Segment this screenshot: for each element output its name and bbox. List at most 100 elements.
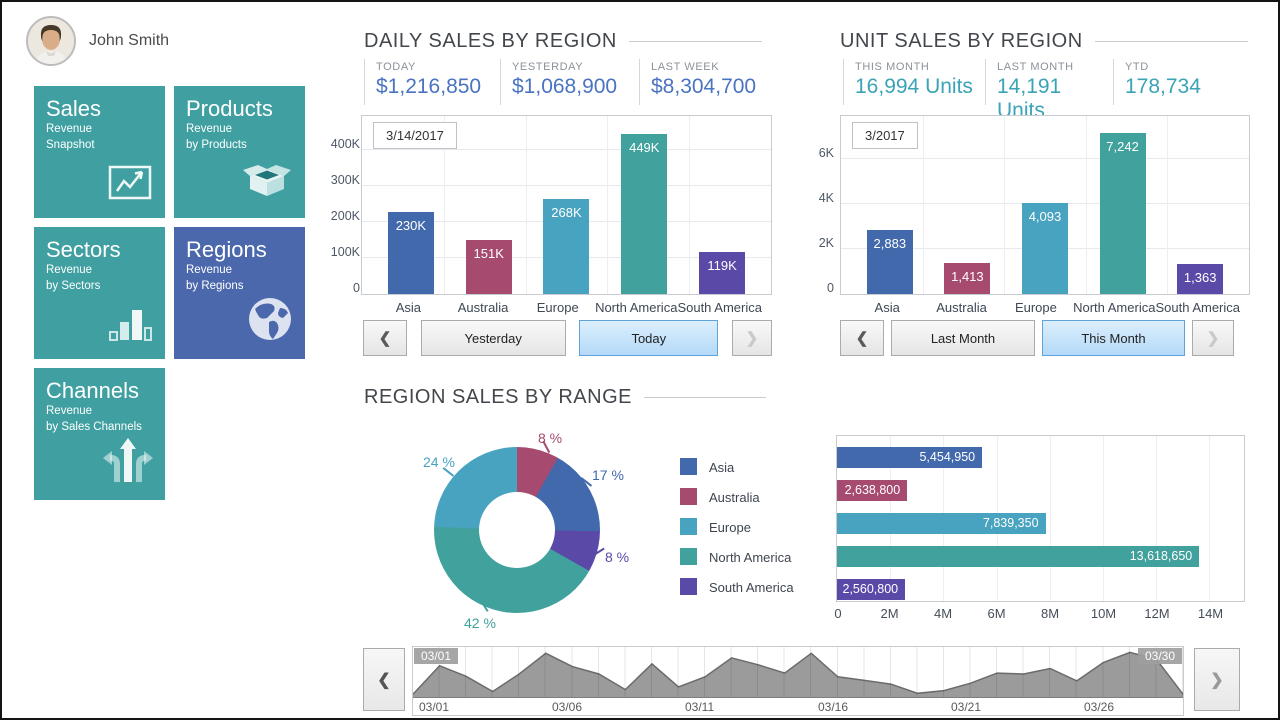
avatar — [26, 16, 76, 66]
tile-subtitle: Snapshot — [46, 137, 153, 153]
bar-value-label: 449K — [611, 140, 677, 155]
stat-today: TODAY $1,216,850 — [364, 59, 500, 105]
this-month-button[interactable]: This Month — [1042, 320, 1185, 356]
hbar-asia[interactable]: 5,454,950 — [837, 447, 982, 468]
legend-swatch — [680, 578, 697, 595]
section-title-text: REGION SALES BY RANGE — [364, 386, 632, 409]
x-label: Australia — [446, 300, 521, 315]
bar-north-america[interactable]: 449K — [621, 134, 667, 294]
x-tick: 03/06 — [552, 700, 582, 714]
bar-europe[interactable]: 4,093 — [1022, 203, 1068, 294]
range-end-handle[interactable]: 03/30 — [1138, 648, 1182, 664]
tile-subtitle: by Products — [186, 137, 293, 153]
unit-sales-stats: THIS MONTH 16,994 Units LAST MONTH 14,19… — [843, 59, 1233, 105]
region-share-donut-chart[interactable]: 8 % 17 % 8 % 42 % 24 % — [434, 447, 600, 613]
x-label: North America — [595, 300, 677, 315]
legend-label: Asia — [709, 460, 734, 475]
range-prev-button[interactable]: ❮ — [363, 648, 405, 711]
tile-subtitle: Revenue — [46, 403, 153, 419]
hbar-north-america[interactable]: 13,618,650 — [837, 546, 1199, 567]
bar-australia[interactable]: 151K — [466, 240, 512, 294]
tile-title: Products — [186, 96, 293, 121]
leader-line — [581, 477, 592, 486]
y-tick: 200K — [331, 209, 360, 223]
hbar-x-axis: 0 2M 4M 6M 8M 10M 12M 14M — [836, 606, 1245, 622]
tile-sales[interactable]: Sales Revenue Snapshot — [34, 86, 165, 218]
x-tick: 6M — [987, 606, 1005, 621]
unit-chart-annotation: 3/2017 — [852, 122, 918, 149]
tile-title: Channels — [46, 378, 153, 403]
bar-south-america[interactable]: 1,363 — [1177, 264, 1223, 294]
donut-label-europe: 24 % — [423, 454, 455, 470]
stat-value: $1,068,900 — [512, 75, 639, 99]
arrows-icon — [103, 437, 153, 488]
legend-swatch — [680, 548, 697, 565]
tile-subtitle: by Sectors — [46, 278, 153, 294]
selector-x-axis: 03/01 03/06 03/11 03/16 03/21 03/26 — [413, 697, 1183, 715]
stat-label: LAST WEEK — [651, 61, 769, 73]
y-tick: 4K — [819, 191, 834, 205]
today-button[interactable]: Today — [579, 320, 718, 356]
legend-item-south-america: South America — [680, 576, 810, 606]
tile-products[interactable]: Products Revenue by Products — [174, 86, 305, 218]
x-label: Asia — [850, 300, 924, 315]
bar-value-label: 7,839,350 — [983, 513, 1039, 534]
stat-label: YTD — [1125, 61, 1233, 73]
stat-value: $1,216,850 — [376, 75, 500, 99]
x-tick: 03/26 — [1084, 700, 1114, 714]
bar-value-label: 268K — [533, 205, 599, 220]
section-title-text: UNIT SALES BY REGION — [840, 30, 1083, 53]
x-label: Europe — [520, 300, 595, 315]
range-next-button[interactable]: ❯ — [1194, 648, 1240, 711]
y-tick: 300K — [331, 173, 360, 187]
legend-label: South America — [709, 580, 794, 595]
leader-line — [593, 548, 605, 556]
bar-value-label: 5,454,950 — [919, 447, 975, 468]
title-rule — [1095, 41, 1248, 42]
x-label: Asia — [371, 300, 446, 315]
range-start-handle[interactable]: 03/01 — [414, 648, 458, 664]
bar-asia[interactable]: 230K — [388, 212, 434, 294]
x-tick: 03/21 — [951, 700, 981, 714]
last-month-button[interactable]: Last Month — [891, 320, 1035, 356]
legend-item-asia: Asia — [680, 456, 810, 486]
tile-title: Regions — [186, 237, 293, 262]
x-tick: 0 — [834, 606, 841, 621]
bar-value-label: 2,883 — [857, 236, 923, 251]
bar-australia[interactable]: 1,413 — [944, 263, 990, 294]
x-label: Europe — [999, 300, 1073, 315]
bar-north-america[interactable]: 7,242 — [1100, 133, 1146, 294]
hbar-europe[interactable]: 7,839,350 — [837, 513, 1046, 534]
donut-label-south-america: 8 % — [605, 549, 629, 565]
region-legend: Asia Australia Europe North America Sout… — [680, 456, 810, 606]
stat-yesterday: YESTERDAY $1,068,900 — [500, 59, 639, 105]
bar-asia[interactable]: 2,883 — [867, 230, 913, 294]
bar-south-america[interactable]: 119K — [699, 252, 745, 294]
region-sales-hbar-chart[interactable]: 5,454,950 2,638,800 7,839,350 13,618,650… — [836, 435, 1245, 602]
tile-regions[interactable]: Regions Revenue by Regions — [174, 227, 305, 359]
y-tick: 6K — [819, 146, 834, 160]
unit-prev-button[interactable]: ❮ — [840, 320, 884, 356]
line-chart-icon — [107, 161, 153, 206]
hbar-australia[interactable]: 2,638,800 — [837, 480, 907, 501]
title-rule — [629, 41, 762, 42]
daily-next-button: ❯ — [732, 320, 772, 356]
title-rule — [644, 397, 766, 398]
x-tick: 10M — [1091, 606, 1116, 621]
range-selector[interactable]: 03/01 03/30 03/01 03/06 03/11 03/16 03/2… — [412, 646, 1184, 716]
yesterday-button[interactable]: Yesterday — [421, 320, 566, 356]
stat-last-month: LAST MONTH 14,191 Units — [985, 59, 1113, 105]
bar-value-label: 230K — [378, 218, 444, 233]
daily-prev-button[interactable]: ❮ — [363, 320, 407, 356]
bar-europe[interactable]: 268K — [543, 199, 589, 294]
hbar-south-america[interactable]: 2,560,800 — [837, 579, 905, 600]
tile-sectors[interactable]: Sectors Revenue by Sectors — [34, 227, 165, 359]
tile-channels[interactable]: Channels Revenue by Sales Channels — [34, 368, 165, 500]
user-profile: John Smith — [26, 16, 169, 66]
bar-value-label: 119K — [689, 258, 755, 273]
daily-sales-stats: TODAY $1,216,850 YESTERDAY $1,068,900 LA… — [364, 59, 769, 105]
tile-subtitle: Revenue — [46, 121, 153, 137]
bar-value-label: 7,242 — [1090, 139, 1156, 154]
x-tick: 14M — [1198, 606, 1223, 621]
legend-label: Europe — [709, 520, 751, 535]
